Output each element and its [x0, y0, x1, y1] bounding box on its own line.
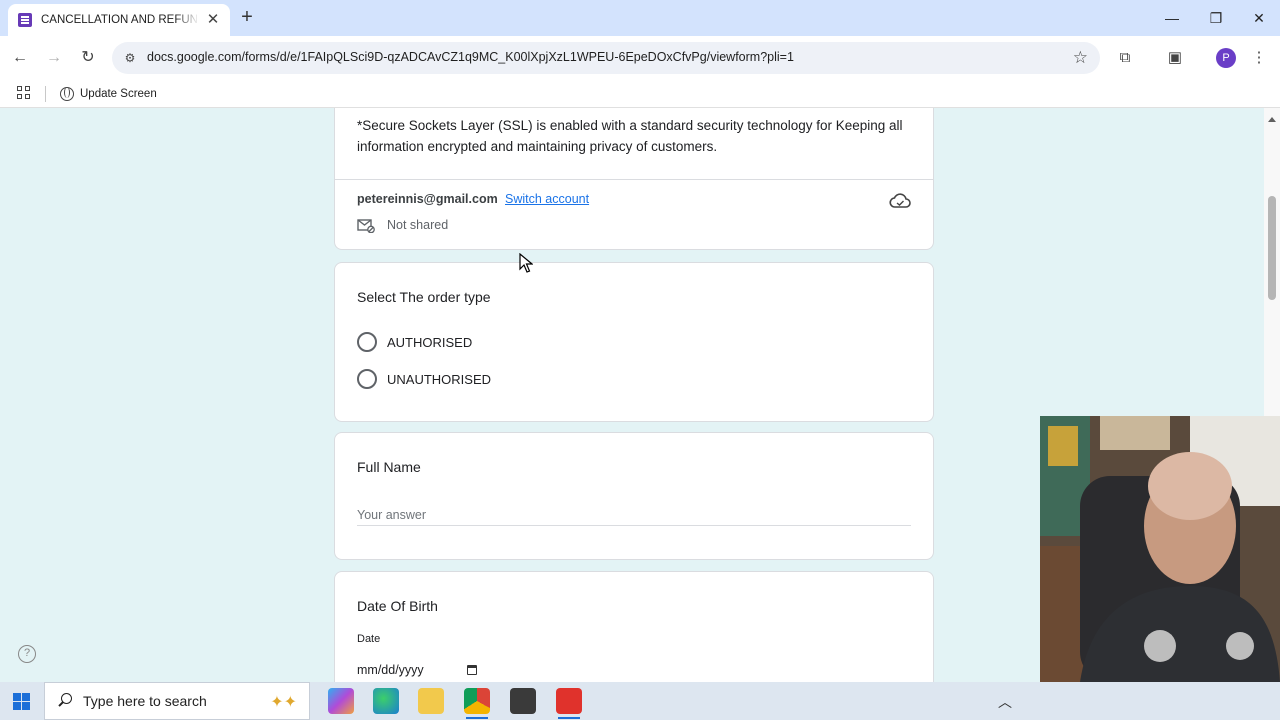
- calendar-icon[interactable]: [467, 665, 477, 675]
- radio-circle[interactable]: [357, 369, 377, 389]
- google-forms-icon: [18, 13, 32, 27]
- taskbar-search-text: Type here to search: [83, 693, 207, 709]
- bookmark-update-screen[interactable]: Update Screen: [60, 84, 157, 104]
- tab-title: CANCELLATION AND REFUND POLICY: [41, 14, 199, 26]
- extensions-icon[interactable]: ⧉: [1115, 48, 1135, 68]
- reload-button[interactable]: ↻: [78, 48, 98, 68]
- search-icon: [57, 693, 73, 709]
- radio-label: AUTHORISED: [387, 334, 473, 350]
- ssl-notice: *Secure Sockets Layer (SSL) is enabled w…: [357, 118, 903, 154]
- menu-kebab-icon[interactable]: ⋮: [1249, 48, 1269, 68]
- bookmarks-divider: [45, 86, 46, 102]
- dob-card: Date Of Birth Date mm/dd/yyyy: [334, 571, 934, 682]
- copilot-sparkle-icon: ✦✦: [270, 694, 297, 711]
- order-type-card: Select The order type AUTHORISED UNAUTHO…: [334, 262, 934, 422]
- bookmark-star-icon[interactable]: ☆: [1073, 48, 1088, 68]
- forward-button[interactable]: →: [44, 48, 64, 68]
- cloud-saved-icon: [889, 193, 911, 208]
- card-divider: [335, 179, 933, 180]
- full-name-input[interactable]: [357, 504, 911, 526]
- webcam-person-image: [1040, 416, 1280, 682]
- new-tab-button[interactable]: +: [236, 7, 258, 29]
- help-icon[interactable]: ?: [18, 645, 36, 663]
- profile-avatar[interactable]: P: [1216, 48, 1236, 68]
- radio-label: UNAUTHORISED: [387, 371, 492, 387]
- scrollbar-thumb[interactable]: [1268, 196, 1276, 300]
- recorder-app-icon[interactable]: [556, 688, 582, 719]
- bookmark-label: Update Screen: [80, 88, 157, 100]
- mouse-cursor-icon: [519, 253, 533, 273]
- bookmarks-bar: Update Screen: [0, 80, 1280, 108]
- not-shared-label: Not shared: [387, 218, 449, 232]
- media-controls-icon[interactable]: ▣: [1165, 48, 1185, 68]
- tab-strip: CANCELLATION AND REFUND POLICY ✕ + — ❐ ✕: [0, 0, 1280, 36]
- full-name-card: Full Name: [334, 432, 934, 560]
- close-tab-icon[interactable]: ✕: [204, 11, 222, 29]
- address-bar[interactable]: ⚙ docs.google.com/forms/d/e/1FAIpQLSci9D…: [112, 42, 1100, 74]
- windows-taskbar: Type here to search ✦✦ ︿: [0, 682, 1280, 720]
- mail-not-shared-icon: [357, 219, 375, 233]
- switch-account-link[interactable]: Switch account: [505, 192, 589, 206]
- tray-chevron-up-icon[interactable]: ︿: [998, 692, 1012, 712]
- minimize-icon[interactable]: —: [1162, 8, 1182, 28]
- full-name-title: Full Name: [357, 459, 421, 475]
- form-header-card: *Secure Sockets Layer (SSL) is enabled w…: [334, 108, 934, 250]
- back-button[interactable]: ←: [10, 48, 30, 68]
- browser-tab[interactable]: CANCELLATION AND REFUND POLICY ✕: [8, 4, 230, 36]
- file-explorer-icon[interactable]: [418, 688, 444, 714]
- taskbar-search-box[interactable]: Type here to search ✦✦: [44, 682, 310, 720]
- webcam-overlay: [1040, 416, 1280, 682]
- url-text[interactable]: docs.google.com/forms/d/e/1FAIpQLSci9D-q…: [147, 50, 794, 64]
- scroll-up-arrow-icon[interactable]: [1268, 117, 1276, 122]
- dob-title: Date Of Birth: [357, 598, 438, 614]
- radio-option-unauthorised[interactable]: UNAUTHORISED: [357, 369, 491, 389]
- camera-app-icon[interactable]: [510, 688, 536, 714]
- globe-icon: [60, 87, 74, 101]
- chrome-app-icon[interactable]: [464, 688, 490, 719]
- order-type-title: Select The order type: [357, 289, 491, 305]
- edge-app-icon[interactable]: [373, 688, 399, 714]
- dob-date-input[interactable]: mm/dd/yyyy: [357, 660, 477, 680]
- windows-start-icon[interactable]: [13, 693, 30, 710]
- site-info-icon[interactable]: ⚙: [122, 50, 138, 66]
- date-sublabel: Date: [357, 633, 381, 645]
- radio-circle[interactable]: [357, 332, 377, 352]
- account-email: petereinnis@gmail.com: [357, 192, 498, 206]
- copilot-app-icon[interactable]: [328, 688, 354, 714]
- close-window-icon[interactable]: ✕: [1249, 8, 1269, 28]
- radio-option-authorised[interactable]: AUTHORISED: [357, 332, 472, 352]
- apps-grid-icon[interactable]: [17, 86, 31, 100]
- restore-icon[interactable]: ❐: [1206, 8, 1226, 28]
- date-placeholder: mm/dd/yyyy: [357, 663, 424, 677]
- browser-toolbar: ← → ↻ ⚙ docs.google.com/forms/d/e/1FAIpQ…: [0, 36, 1280, 80]
